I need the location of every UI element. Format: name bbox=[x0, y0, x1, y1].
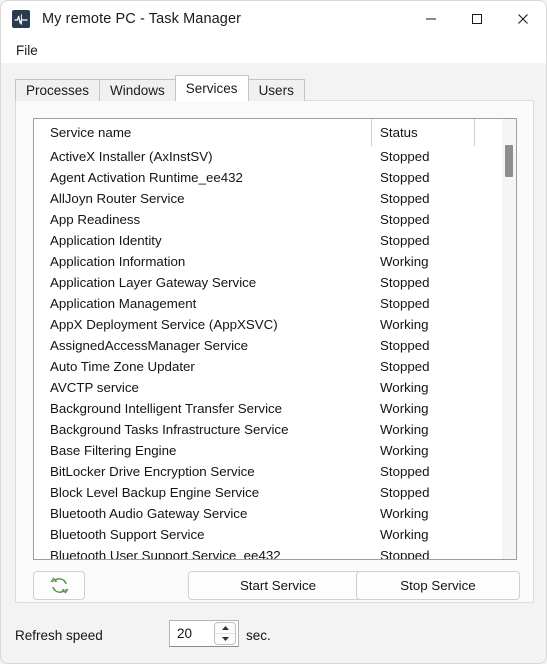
cell-status: Stopped bbox=[380, 485, 430, 500]
cell-service-name: Bluetooth Support Service bbox=[50, 527, 205, 542]
stepper-up-icon[interactable] bbox=[215, 623, 235, 633]
refresh-speed-label: Refresh speed bbox=[15, 627, 103, 643]
cell-status: Working bbox=[380, 254, 429, 269]
tab-services[interactable]: Services bbox=[174, 75, 249, 101]
window-title: My remote PC - Task Manager bbox=[42, 11, 242, 27]
window-controls bbox=[408, 1, 546, 37]
cell-service-name: Block Level Backup Engine Service bbox=[50, 485, 260, 500]
cell-status: Stopped bbox=[380, 275, 430, 290]
cell-service-name: Application Information bbox=[50, 254, 186, 269]
cell-status: Working bbox=[380, 443, 429, 458]
cell-service-name: Bluetooth User Support Service_ee432 bbox=[50, 548, 281, 559]
cell-status: Working bbox=[380, 380, 429, 395]
minimize-icon[interactable] bbox=[408, 1, 454, 37]
cell-service-name: AssignedAccessManager Service bbox=[50, 338, 249, 353]
table-row[interactable]: Auto Time Zone Updater Stopped bbox=[34, 356, 502, 377]
cell-status: Stopped bbox=[380, 191, 430, 206]
cell-status: Stopped bbox=[380, 149, 430, 164]
cell-status: Stopped bbox=[380, 170, 430, 185]
refresh-speed-unit: sec. bbox=[246, 627, 271, 643]
task-manager-icon bbox=[12, 10, 30, 28]
table-row[interactable]: Bluetooth Support Service Working bbox=[34, 524, 502, 545]
refresh-speed-stepper[interactable]: 20 bbox=[169, 620, 239, 647]
action-button-row: Start Service Stop Service bbox=[16, 571, 533, 605]
cell-status: Stopped bbox=[380, 548, 430, 559]
cell-service-name: Application Management bbox=[50, 296, 197, 311]
cell-status: Working bbox=[380, 506, 429, 521]
menu-item-file[interactable]: File bbox=[8, 41, 46, 60]
vertical-scrollbar[interactable] bbox=[502, 119, 516, 559]
tab-strip: Processes Windows Services Users bbox=[15, 75, 305, 101]
table-row[interactable]: AVCTP service Working bbox=[34, 377, 502, 398]
services-list[interactable]: Service name Status ActiveX Installer (A… bbox=[33, 118, 517, 560]
table-body: ActiveX Installer (AxInstSV) Stopped Agent… bbox=[34, 146, 502, 559]
task-manager-window: My remote PC - Task Manager File Process… bbox=[0, 0, 547, 664]
table-row[interactable]: ActiveX Installer (AxInstSV) Stopped bbox=[34, 146, 502, 167]
cell-status: Stopped bbox=[380, 296, 430, 311]
scrollbar-thumb[interactable] bbox=[505, 145, 513, 177]
cell-status: Working bbox=[380, 527, 429, 542]
table-row[interactable]: Background Intelligent Transfer Service W… bbox=[34, 398, 502, 419]
table-row[interactable]: AppX Deployment Service (AppXSVC) Working bbox=[34, 314, 502, 335]
cell-status: Stopped bbox=[380, 464, 430, 479]
titlebar: My remote PC - Task Manager bbox=[1, 1, 546, 37]
tab-users[interactable]: Users bbox=[247, 79, 305, 101]
stepper-arrows bbox=[214, 622, 236, 645]
table-row[interactable]: Application Identity Stopped bbox=[34, 230, 502, 251]
table-row[interactable]: Block Level Backup Engine Service Stopped bbox=[34, 482, 502, 503]
cell-status: Working bbox=[380, 401, 429, 416]
table-row[interactable]: Bluetooth User Support Service_ee432 Stop… bbox=[34, 545, 502, 559]
cell-service-name: Application Layer Gateway Service bbox=[50, 275, 257, 290]
cell-service-name: Bluetooth Audio Gateway Service bbox=[50, 506, 248, 521]
tab-processes[interactable]: Processes bbox=[15, 79, 101, 101]
table-row[interactable]: AssignedAccessManager Service Stopped bbox=[34, 335, 502, 356]
services-list-inner: Service name Status ActiveX Installer (A… bbox=[34, 119, 502, 559]
table-row[interactable]: Application Layer Gateway Service Stopped bbox=[34, 272, 502, 293]
cell-service-name: Background Intelligent Transfer Service bbox=[50, 401, 283, 416]
cell-status: Working bbox=[380, 317, 429, 332]
footer: Refresh speed 20 sec. bbox=[1, 615, 546, 655]
cell-status: Stopped bbox=[380, 338, 430, 353]
table-row[interactable]: BitLocker Drive Encryption Service Stoppe… bbox=[34, 461, 502, 482]
table-row[interactable]: Application Information Working bbox=[34, 251, 502, 272]
table-row[interactable]: Application Management Stopped bbox=[34, 293, 502, 314]
cell-service-name: AVCTP service bbox=[50, 380, 139, 395]
refresh-button[interactable] bbox=[33, 571, 85, 600]
cell-service-name: App Readiness bbox=[50, 212, 141, 227]
table-row[interactable]: Background Tasks Infrastructure Service W… bbox=[34, 419, 502, 440]
cell-status: Stopped bbox=[380, 359, 430, 374]
table-row[interactable]: Bluetooth Audio Gateway Service Working bbox=[34, 503, 502, 524]
column-header-status[interactable]: Status bbox=[371, 125, 474, 140]
column-header-service-name[interactable]: Service name bbox=[34, 125, 371, 140]
maximize-icon[interactable] bbox=[454, 1, 500, 37]
refresh-speed-input[interactable]: 20 bbox=[170, 626, 214, 641]
tab-windows[interactable]: Windows bbox=[99, 79, 176, 101]
services-tab-panel: Service name Status ActiveX Installer (A… bbox=[15, 100, 534, 603]
cell-service-name: AllJoyn Router Service bbox=[50, 191, 185, 206]
table-row[interactable]: App Readiness Stopped bbox=[34, 209, 502, 230]
cell-service-name: Background Tasks Infrastructure Service bbox=[50, 422, 289, 437]
close-icon[interactable] bbox=[500, 1, 546, 37]
table-row[interactable]: Agent Activation Runtime_ee432 Stopped bbox=[34, 167, 502, 188]
table-row[interactable]: Base Filtering Engine Working bbox=[34, 440, 502, 461]
cell-service-name: ActiveX Installer (AxInstSV) bbox=[50, 149, 213, 164]
cell-status: Stopped bbox=[380, 233, 430, 248]
cell-service-name: Auto Time Zone Updater bbox=[50, 359, 195, 374]
table-header-row: Service name Status bbox=[34, 119, 502, 146]
start-service-button[interactable]: Start Service bbox=[188, 571, 368, 600]
cell-service-name: Agent Activation Runtime_ee432 bbox=[50, 170, 243, 185]
table-row[interactable]: AllJoyn Router Service Stopped bbox=[34, 188, 502, 209]
stop-service-button[interactable]: Stop Service bbox=[356, 571, 520, 600]
cell-status: Stopped bbox=[380, 212, 430, 227]
cell-status: Working bbox=[380, 422, 429, 437]
menubar: File bbox=[1, 37, 546, 63]
refresh-icon bbox=[50, 576, 69, 595]
cell-service-name: Base Filtering Engine bbox=[50, 443, 177, 458]
cell-service-name: AppX Deployment Service (AppXSVC) bbox=[50, 317, 278, 332]
cell-service-name: Application Identity bbox=[50, 233, 162, 248]
stepper-down-icon[interactable] bbox=[215, 634, 235, 644]
cell-service-name: BitLocker Drive Encryption Service bbox=[50, 464, 255, 479]
